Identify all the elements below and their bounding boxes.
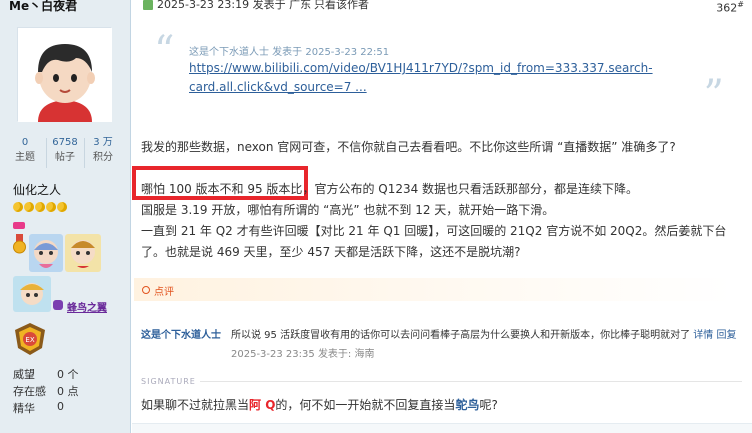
floor-number[interactable]: 362#: [716, 0, 744, 14]
author-stats: 0 主题 6758 帖子 3 万 积分: [0, 136, 130, 172]
svg-text:EX: EX: [25, 336, 34, 344]
rank-title[interactable]: 仙化之人: [13, 181, 61, 198]
character-badge-icon[interactable]: [13, 276, 51, 312]
rank-moons-icon: [13, 201, 68, 215]
medal-name-link[interactable]: 蜂鸟之翼: [67, 299, 107, 314]
post-paragraph: 我发的那些数据，nexon 官网可查，不信你就自己去看看吧。不比你这些所谓 “直…: [141, 140, 676, 154]
comment-reply-link[interactable]: 回复: [716, 330, 736, 341]
rate-label[interactable]: 点评: [154, 283, 174, 298]
attr-value: 0 个: [57, 368, 79, 381]
author-username[interactable]: Me丶白夜君: [9, 0, 77, 14]
avatar[interactable]: [17, 27, 112, 122]
divider: [46, 138, 47, 168]
post-header: 2025-3-23 23:19 发表于 广东 只看该作者 362#: [132, 0, 752, 14]
signature-text: 如果聊不过就拉黑当阿 Q的，何不如一开始就不回复直接当鸵鸟呢?: [141, 398, 498, 412]
signature-red-word: 阿 Q: [249, 398, 276, 412]
comment-time: 2025-3-23 23:35: [231, 349, 315, 360]
attr-digest: 精华 0: [13, 400, 64, 416]
character-badge-icon[interactable]: [65, 234, 101, 272]
comment-detail-link[interactable]: 详情: [693, 330, 713, 341]
stat-value: 3 万: [93, 137, 113, 148]
attr-label: 精华: [13, 402, 35, 415]
post-action-bar: [132, 423, 752, 433]
only-author-link[interactable]: 只看该作者: [314, 0, 369, 10]
gold-medal-icon[interactable]: [13, 234, 26, 254]
stat-credits[interactable]: 3 万 积分: [86, 136, 120, 166]
character-badge-icon[interactable]: [29, 234, 63, 272]
stat-threads[interactable]: 0 主题: [8, 136, 42, 166]
quote-author[interactable]: 这是个下水道人士 发表于 2025-3-23 22:51: [189, 43, 389, 58]
comment-author[interactable]: 这是个下水道人士: [141, 326, 221, 341]
divider: [84, 138, 85, 168]
attr-prestige: 威望 0 个: [13, 366, 79, 382]
quote-block: “ 这是个下水道人士 发表于 2025-3-23 22:51 https://w…: [154, 28, 724, 115]
post-body: 2025-3-23 23:19 发表于 广东 只看该作者 362# “ 这是个下…: [132, 0, 752, 433]
stat-posts[interactable]: 6758 帖子: [48, 136, 82, 166]
signature-label: SIGNATURE: [141, 377, 200, 386]
stat-label: 积分: [93, 152, 113, 163]
post-line-rest: ，官方公布的 Q1234 数据也只看活跃那部分，都是连续下降。: [302, 182, 639, 196]
stat-value: 6758: [52, 137, 78, 148]
comment-location: 发表于: 海南: [317, 349, 375, 360]
quote-open-icon: “: [154, 28, 175, 74]
post-line: 一直到 21 年 Q2 才有些许回暖【对比 21 年 Q1 回暖】，可这回暖的 …: [141, 224, 727, 238]
avatar-cartoon-face-icon: [18, 28, 112, 122]
crest-badge-icon[interactable]: EX: [13, 322, 47, 356]
comment-body: 所以说 95 活跃度冒收有用的话你可以去问问看棒子高层为什么要换人和开新版本，你…: [231, 330, 691, 341]
post-line: 国服是 3.19 开放，哪怕有所谓的 “高光” 也就不到 12 天，就开始一路下…: [141, 203, 555, 217]
signature-blue-word: 鸵鸟: [455, 398, 480, 412]
medal-small-icon: [53, 300, 63, 310]
rate-bar[interactable]: 点评: [134, 278, 732, 301]
post-line: 哪怕 100 版本不和 95 版本比，官方公布的 Q1234 数据也只看活跃那部…: [141, 180, 638, 197]
comment-text: 所以说 95 活跃度冒收有用的话你可以去问问看棒子高层为什么要换人和开新版本，你…: [231, 326, 743, 364]
attr-presence: 存在感 0 点: [13, 383, 79, 399]
attr-label: 存在感: [13, 385, 46, 398]
quote-link[interactable]: https://www.bilibili.com/video/BV1HJ411r…: [189, 59, 659, 97]
attr-label: 威望: [13, 368, 35, 381]
attr-value: 0 点: [57, 385, 79, 398]
stat-value: 0: [21, 137, 29, 148]
highlighted-text: 哪怕 100 版本不和 95 版本比: [141, 182, 303, 196]
author-sidebar: Me丶白夜君 0 主题 6758 帖子 3 万 积分 仙化之人 蜂鸟之翼 EX …: [0, 0, 131, 433]
rate-icon: [142, 286, 150, 294]
post-line: 了。也就是说 469 天里，至少 457 天都是活跃下降，这还不是脱坑潮?: [141, 245, 521, 259]
post-status-icon: [143, 0, 153, 10]
quote-close-icon: ”: [703, 72, 724, 118]
divider: [141, 381, 742, 382]
rank-bar: [13, 222, 25, 229]
stat-label: 帖子: [55, 152, 75, 163]
stat-label: 主题: [15, 152, 35, 163]
post-date: 2025-3-23 23:19 发表于 广东: [157, 0, 312, 11]
attr-value: 0: [57, 400, 64, 413]
